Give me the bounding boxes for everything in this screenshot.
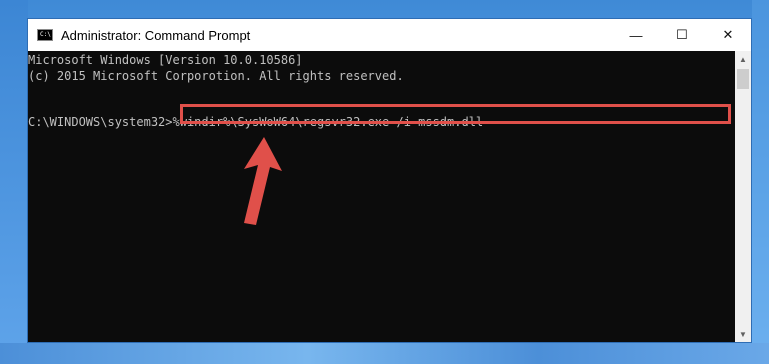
close-icon: ✕ [722,27,734,42]
arrow-shape [244,137,282,225]
scroll-up-button[interactable]: ▲ [735,51,751,67]
command-prompt-window: C:\ Administrator: Command Prompt — ☐ ✕ … [27,18,752,343]
maximize-button[interactable]: ☐ [659,19,705,51]
cmd-icon: C:\ [37,29,53,41]
red-arrow-icon [244,137,282,225]
scroll-thumb[interactable] [737,69,749,89]
console-line-copyright: (c) 2015 Microsoft Corporotion. All righ… [28,69,404,83]
scroll-down-icon: ▼ [739,329,747,339]
scroll-up-icon: ▲ [739,54,747,64]
close-button[interactable]: ✕ [705,19,751,51]
console-output[interactable]: Microsoft Windows [Version 10.0.10586] (… [28,51,735,342]
command-highlight-box [180,104,731,124]
desktop-background-right [752,0,769,364]
desktop-background-left [0,0,28,364]
minimize-icon: — [629,27,643,43]
window-title: Administrator: Command Prompt [61,27,251,43]
console-prompt: C:\WINDOWS\system32> [28,115,173,129]
console-line-version: Microsoft Windows [Version 10.0.10586] [28,53,303,67]
caption-buttons: — ☐ ✕ [613,19,751,51]
desktop-background-bottom [0,343,769,364]
maximize-icon: ☐ [676,27,688,42]
minimize-button[interactable]: — [613,19,659,51]
vertical-scrollbar[interactable]: ▲ ▼ [735,51,751,342]
title-bar[interactable]: C:\ Administrator: Command Prompt — ☐ ✕ [28,19,751,51]
scroll-down-button[interactable]: ▼ [735,326,751,342]
cmd-icon-label: C:\ [40,31,51,38]
